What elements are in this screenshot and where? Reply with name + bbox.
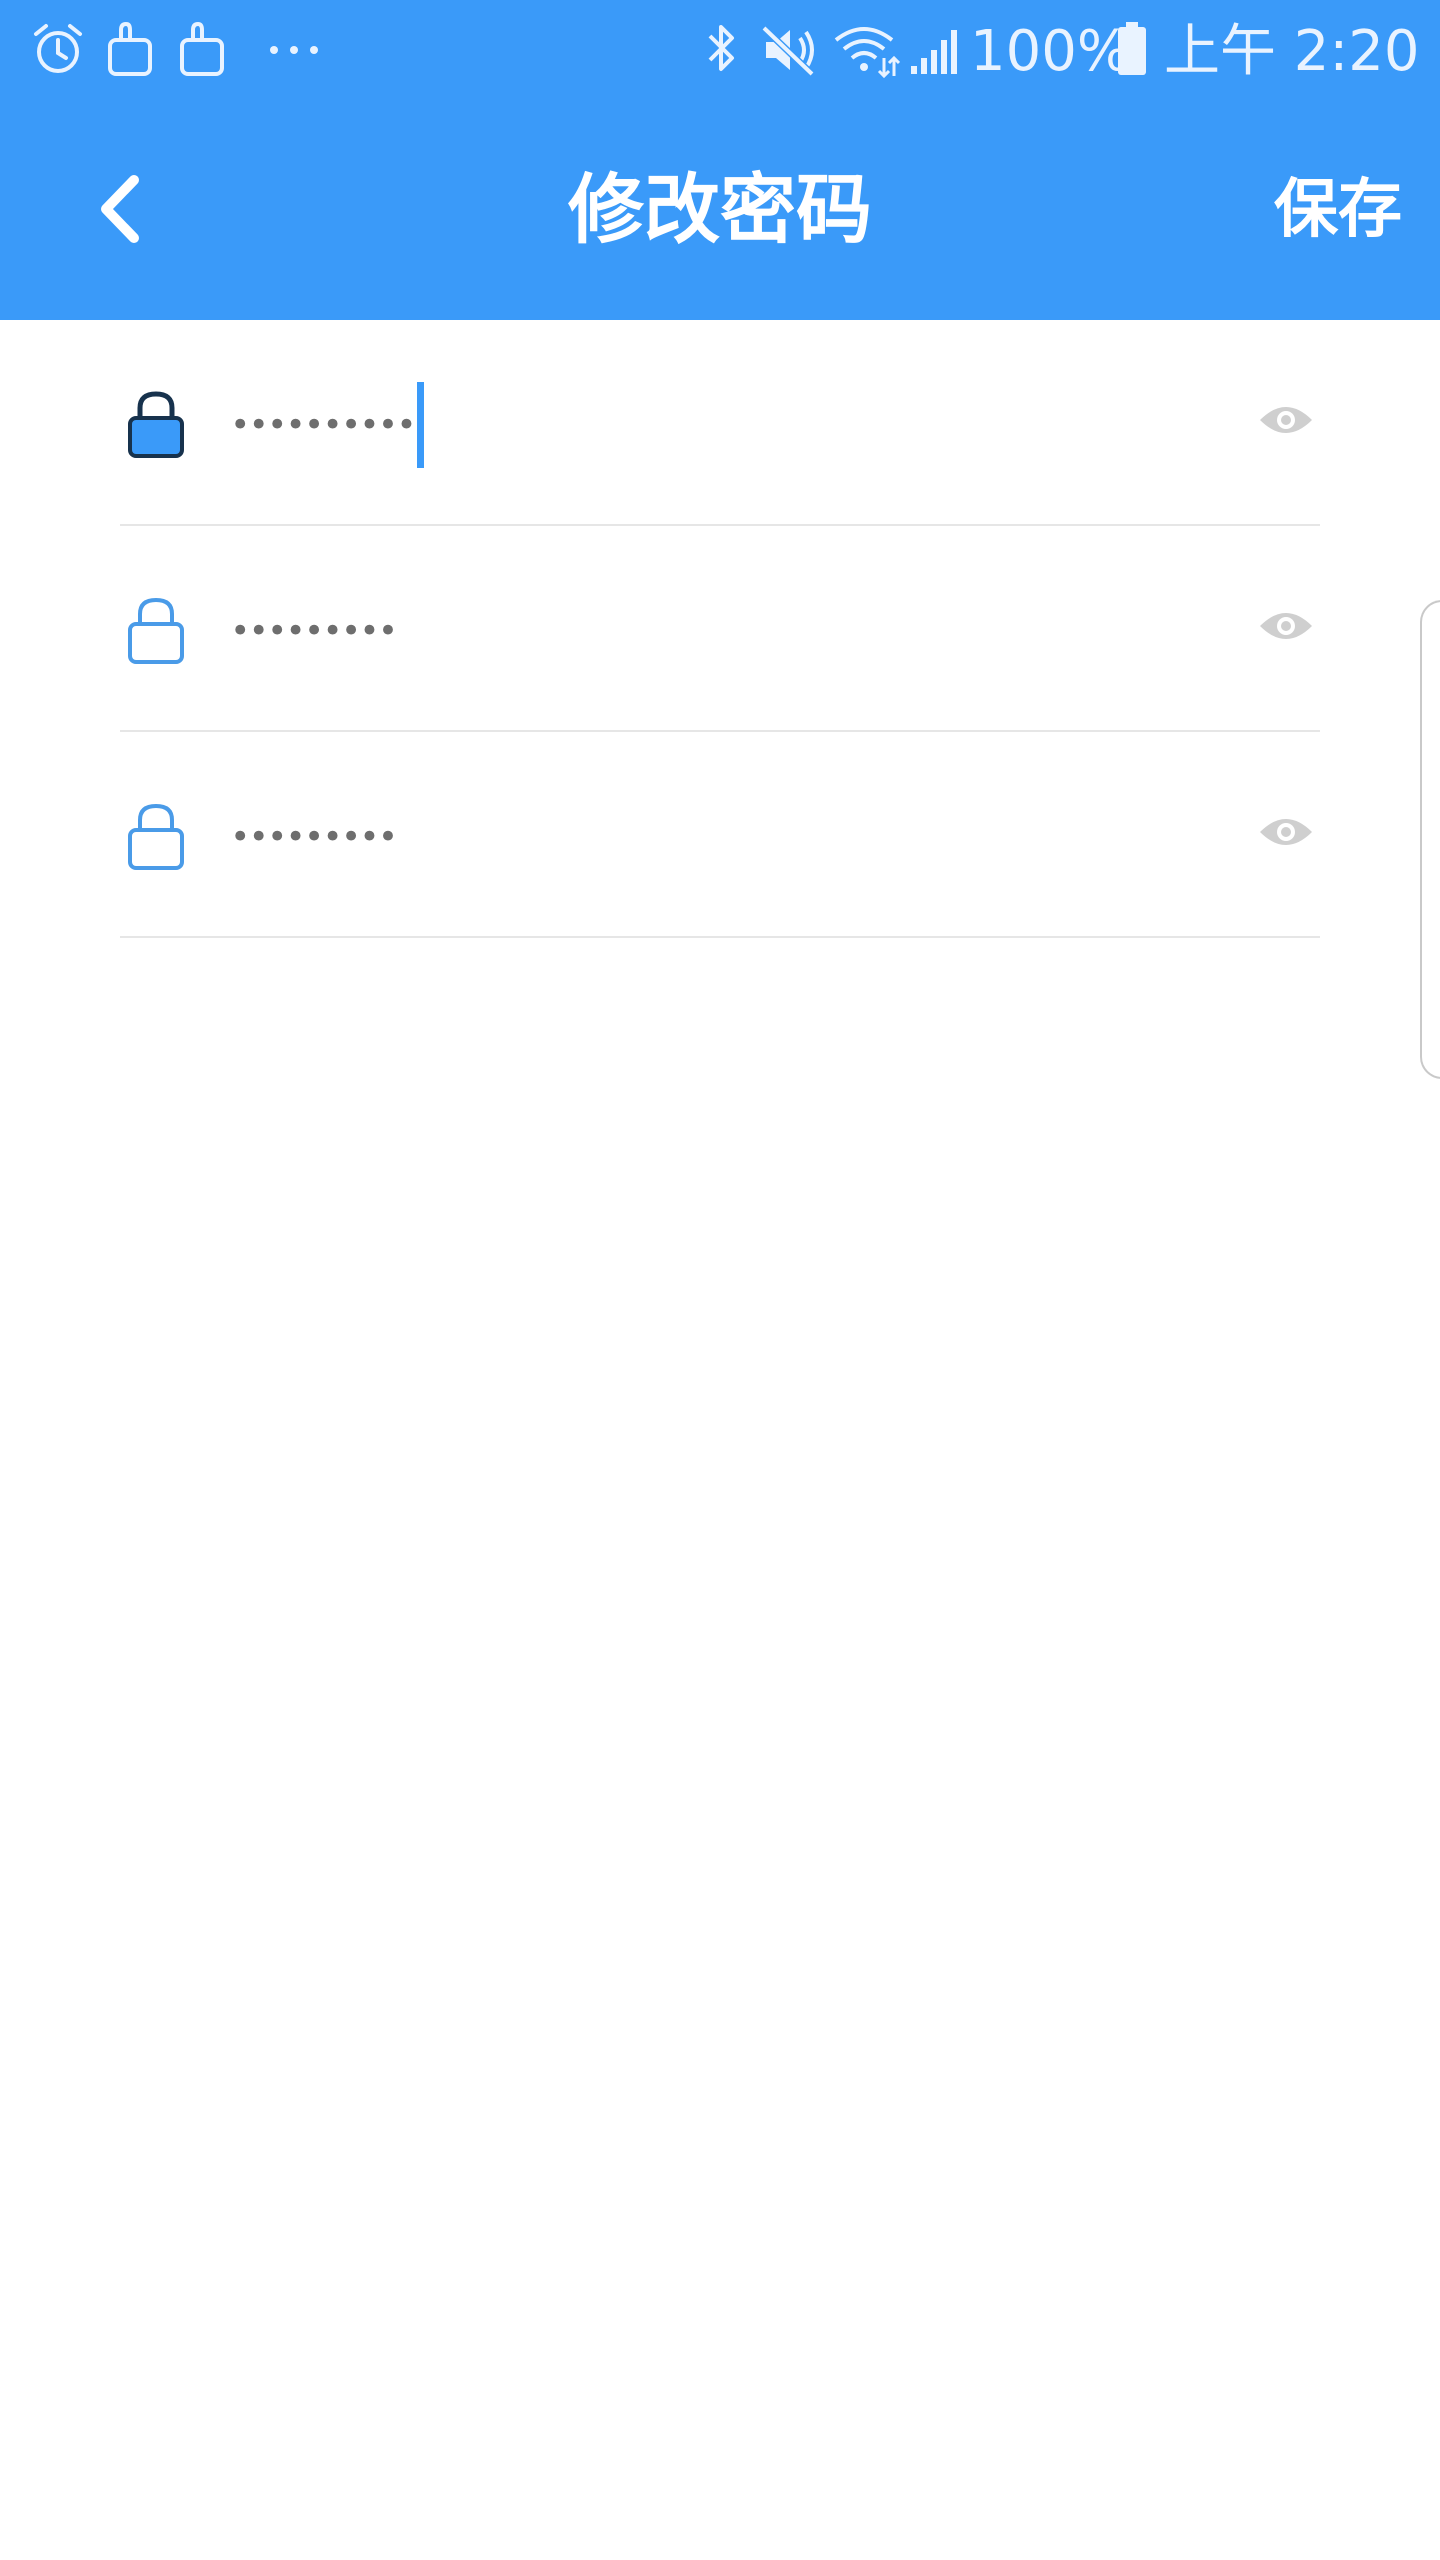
clock: 上午 2:20 [1164,19,1420,84]
password-row-current: •••••••••• [120,320,1320,526]
password-mask: •••••••••• [230,405,417,445]
password-row-new: ••••••••• [120,526,1320,732]
lock-outline-icon [128,597,184,664]
eye-icon[interactable] [1258,398,1314,442]
status-right: 100% 上午 2:20 [702,18,1420,84]
alarm-icon [34,24,82,73]
lock-filled-icon [128,391,184,458]
page-title: 修改密码 [568,165,872,254]
mute-icon [761,25,815,77]
password-row-confirm: ••••••••• [120,732,1320,938]
wifi-icon [834,27,900,79]
bluetooth-icon [708,25,734,71]
password-mask: ••••••••• [230,817,398,857]
shopping-bag-icon [180,21,224,76]
confirm-password-input[interactable]: ••••••••• [230,802,1110,872]
eye-icon[interactable] [1258,604,1314,648]
lock-outline-icon [128,803,184,870]
more-dots-icon [270,46,318,54]
change-password-screen: 100% 上午 2:20 修改密码 保存 •••••••••• ••••••••… [0,0,1440,2560]
edge-panel-handle[interactable] [1420,600,1440,1079]
battery-percent: 100% [970,19,1131,84]
current-password-input[interactable]: •••••••••• [230,382,1110,468]
battery-icon [1118,22,1146,75]
signal-icon [911,30,957,74]
password-mask: ••••••••• [230,611,398,651]
shopping-bag-icon [108,21,152,76]
new-password-input[interactable]: ••••••••• [230,596,1110,666]
save-button[interactable]: 保存 [1274,168,1402,252]
status-bar: 100% 上午 2:20 [0,0,1440,100]
app-bar: 修改密码 保存 [0,100,1440,320]
text-cursor [416,382,424,468]
eye-icon[interactable] [1258,810,1314,854]
